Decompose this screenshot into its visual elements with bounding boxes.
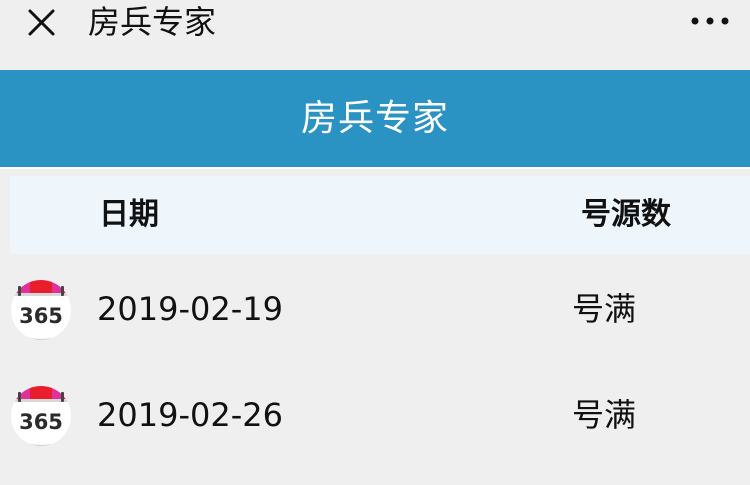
calendar-icon-label: 365	[19, 410, 63, 434]
row-date: 2019-02-19	[97, 290, 283, 328]
column-header-count: 号源数	[581, 197, 671, 232]
page-title: 房兵专家	[300, 98, 449, 139]
calendar-icon-label: 365	[19, 304, 63, 328]
row-date: 2019-02-26	[97, 396, 283, 434]
page-header: 房兵专家	[0, 70, 750, 167]
window-title: 房兵专家	[88, 3, 217, 41]
calendar-365-icon: 365	[9, 382, 73, 448]
more-horizontal-icon[interactable]	[688, 10, 732, 32]
calendar-365-icon: 365	[9, 276, 73, 342]
row-status: 号满	[572, 396, 637, 434]
table-row[interactable]: 365 2019-02-26 号满	[0, 362, 750, 468]
close-icon[interactable]	[22, 2, 62, 42]
header-divider	[0, 167, 750, 169]
top-bar: 房兵专家	[0, 0, 750, 70]
column-header-date: 日期	[99, 197, 159, 232]
table-row[interactable]: 365 2019-02-19 号满	[0, 256, 750, 362]
row-status: 号满	[572, 290, 637, 328]
table-header: 日期 号源数	[10, 176, 750, 254]
